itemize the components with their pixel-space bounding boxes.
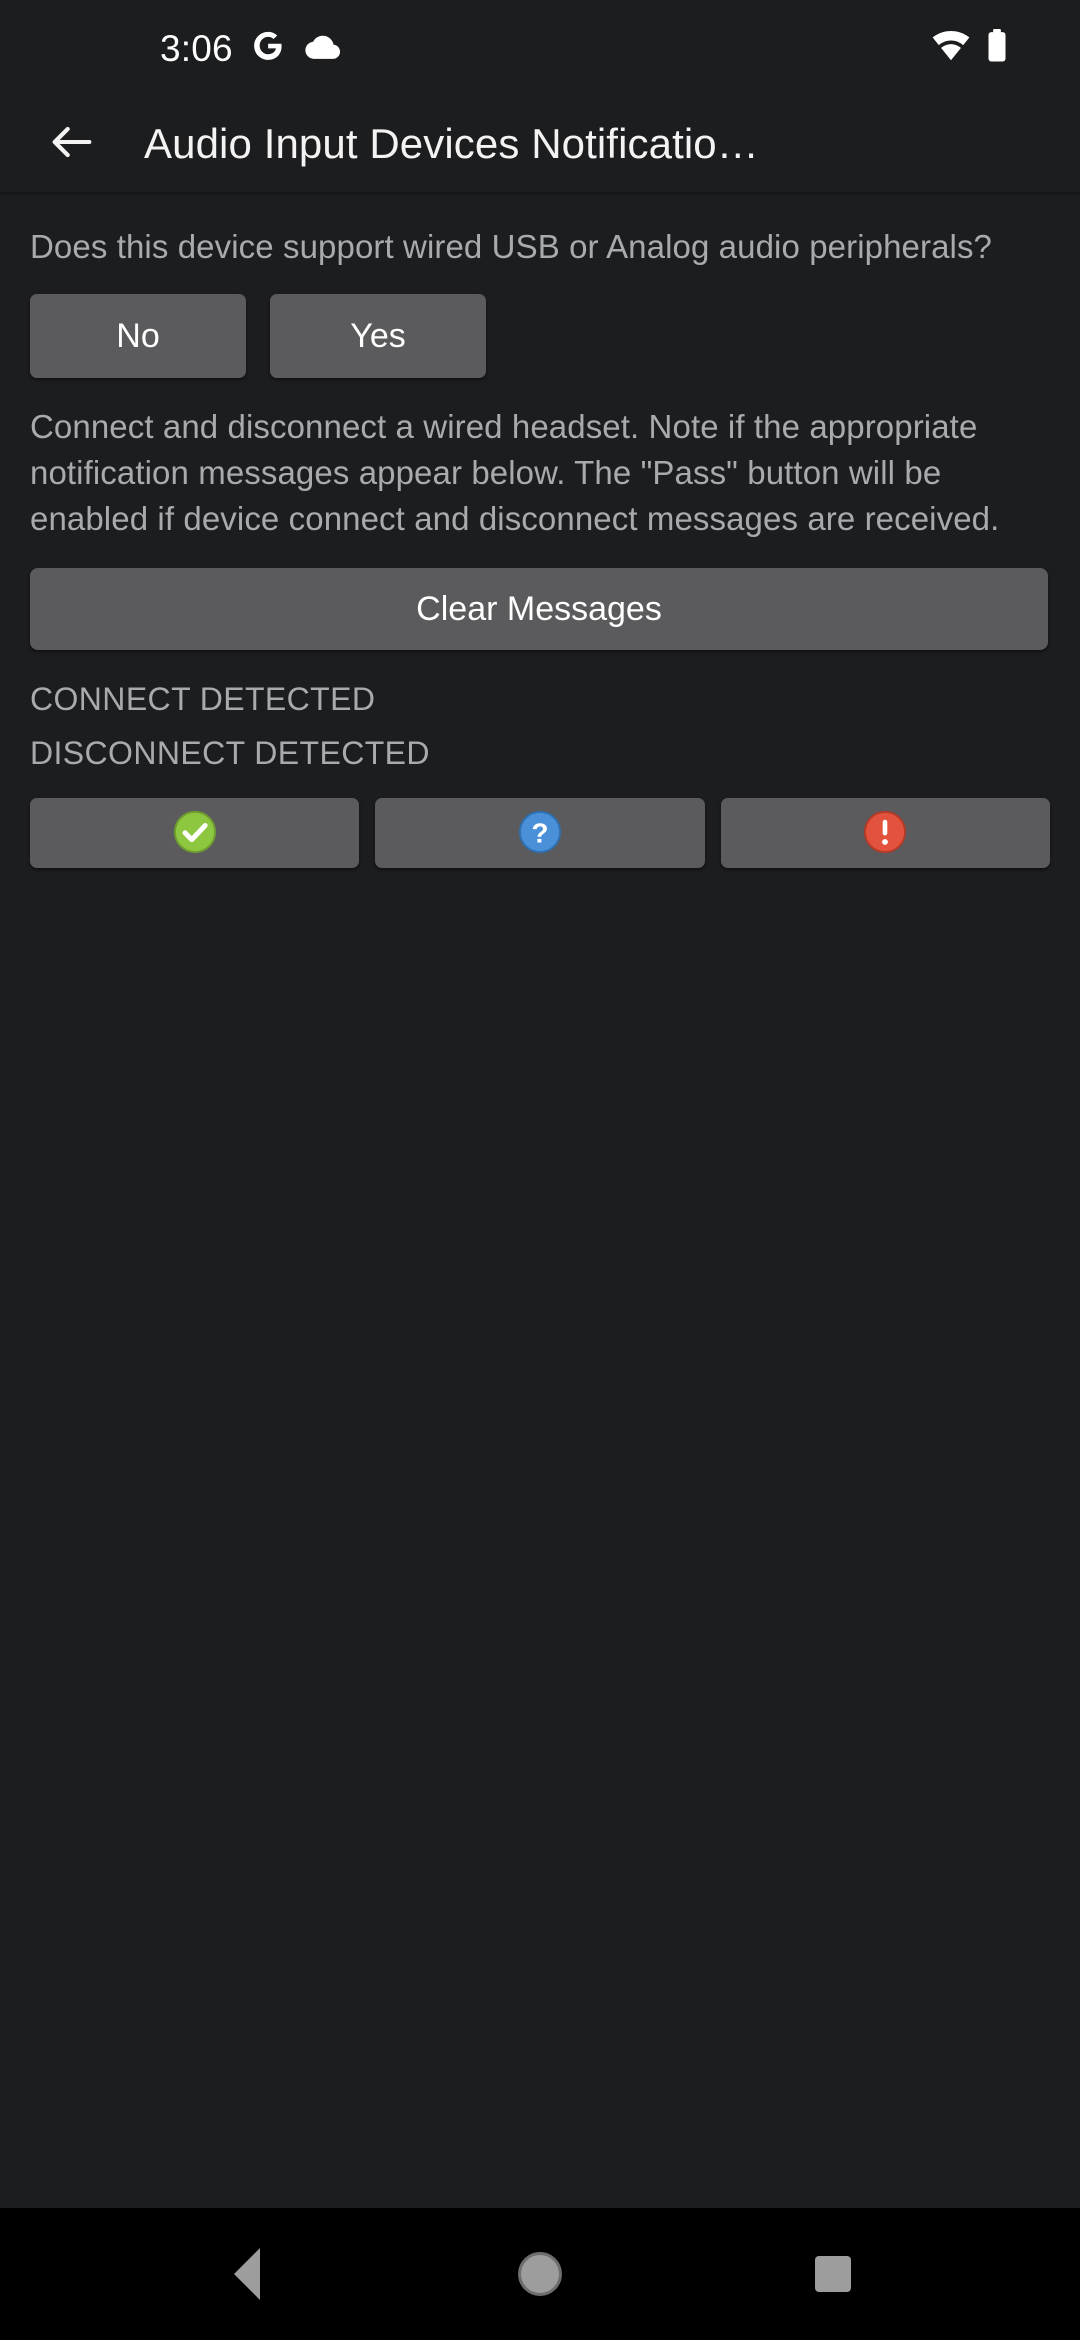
- page-title: Audio Input Devices Notificatio…: [144, 120, 759, 167]
- svg-text:?: ?: [531, 817, 548, 848]
- check-circle-icon: [172, 809, 218, 858]
- status-bar: 3:06: [0, 0, 1080, 96]
- main-content: Does this device support wired USB or An…: [0, 196, 1080, 2208]
- google-g-icon: [251, 29, 285, 68]
- cloud-icon: [303, 31, 341, 66]
- home-circle-icon: [517, 2252, 562, 2296]
- status-bar-clock: 3:06: [160, 27, 233, 69]
- phone-screen: 3:06 Audio Input Devices Notificatio… Do…: [0, 0, 1080, 2340]
- navigation-bar: [0, 2208, 1080, 2340]
- battery-icon: [986, 28, 1008, 68]
- message-log: CONNECT DETECTED DISCONNECT DETECTED: [30, 672, 1050, 780]
- pass-button[interactable]: [30, 798, 360, 868]
- log-line-connect: CONNECT DETECTED: [30, 681, 376, 717]
- info-button[interactable]: ?: [375, 798, 705, 868]
- yes-button[interactable]: Yes: [270, 294, 486, 378]
- back-button[interactable]: [36, 108, 108, 180]
- wifi-icon: [932, 30, 970, 66]
- log-line-disconnect: DISCONNECT DETECTED: [30, 735, 430, 771]
- nav-recents-button[interactable]: [763, 2208, 903, 2340]
- instructions-text: Connect and disconnect a wired headset. …: [30, 408, 1000, 537]
- answer-button-row: No Yes: [30, 294, 1050, 378]
- question-circle-icon: ?: [517, 809, 563, 858]
- nav-home-button[interactable]: [470, 2208, 610, 2340]
- app-bar: Audio Input Devices Notificatio…: [0, 96, 1080, 192]
- status-bar-right: [932, 28, 1040, 68]
- status-bar-left: 3:06: [0, 29, 341, 68]
- exclamation-circle-icon: [862, 809, 908, 858]
- support-question-text: Does this device support wired USB or An…: [30, 228, 993, 265]
- back-arrow-icon: [46, 116, 98, 173]
- back-triangle-icon: [233, 2248, 260, 2300]
- nav-back-button[interactable]: [177, 2208, 317, 2340]
- clear-messages-button[interactable]: Clear Messages: [30, 568, 1048, 650]
- no-button[interactable]: No: [30, 294, 246, 378]
- action-button-row: ?: [30, 798, 1050, 868]
- fail-button[interactable]: [720, 798, 1050, 868]
- recents-square-icon: [815, 2256, 852, 2292]
